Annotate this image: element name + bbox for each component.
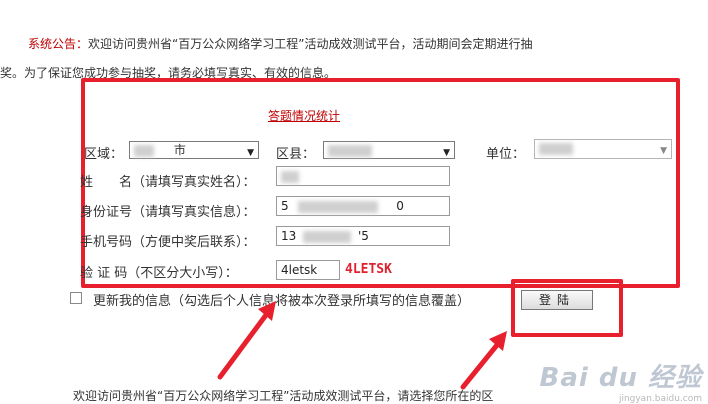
baidu-watermark: Bai du 经验 jingyan.baidu.com xyxy=(540,357,703,404)
captcha-image[interactable]: 4LETSK xyxy=(345,262,392,277)
name-label: 姓 名（请填写真实姓名）： xyxy=(80,175,256,190)
phone-blurred xyxy=(303,230,352,243)
notice-line-1: 系统公告：欢迎访问贵州省“百万公众网络学习工程”活动成效测试平台，活动期间会定期… xyxy=(28,35,532,52)
district-label: 区县： xyxy=(276,147,316,162)
district-select[interactable]: ▼ xyxy=(323,141,455,159)
notice-label: 系统公告： xyxy=(28,37,89,51)
phone-value-start: 13 xyxy=(281,229,297,243)
id-label: 身份证号（请填写真实信息）： xyxy=(80,205,256,220)
footer-text: 欢迎访问贵州省“百万公众网络学习工程”活动成效测试平台，请选择您所在的区 xyxy=(73,389,494,403)
district-blurred xyxy=(328,144,372,157)
region-select[interactable]: 市 ▼ xyxy=(129,141,259,159)
region-label: 区域： xyxy=(84,147,124,162)
unit-label: 单位： xyxy=(486,147,526,162)
watermark-brand: Bai du 经验 xyxy=(539,363,702,393)
annotation-arrow-icon xyxy=(217,301,276,380)
captcha-label: 验 证 码（不区分大小写）： xyxy=(80,266,238,281)
captcha-input-value: 4letsk xyxy=(281,263,318,277)
name-blurred xyxy=(281,170,299,183)
dropdown-arrow-icon: ▼ xyxy=(660,146,667,156)
unit-select[interactable]: ▼ xyxy=(534,139,672,159)
unit-blurred xyxy=(539,142,573,155)
annotation-arrow-icon xyxy=(460,331,507,390)
login-button[interactable]: 登陆 xyxy=(521,290,593,310)
phone-label: 手机号码（方便中奖后联系）： xyxy=(80,235,256,250)
region-value: 市 xyxy=(173,143,186,157)
dropdown-arrow-icon: ▼ xyxy=(443,148,450,158)
notice-text-1: 欢迎访问贵州省“百万公众网络学习工程”活动成效测试平台，活动期间会定期进行抽 xyxy=(88,37,533,51)
stats-link[interactable]: 答题情况统计 xyxy=(268,107,340,124)
dropdown-arrow-icon: ▼ xyxy=(247,148,254,158)
id-value-start: 5 xyxy=(281,199,289,213)
id-input[interactable]: 5 0 xyxy=(276,196,450,216)
name-input[interactable] xyxy=(276,166,450,186)
id-blurred xyxy=(298,200,379,213)
watermark-url: jingyan.baidu.com xyxy=(618,394,702,404)
captcha-input[interactable]: 4letsk xyxy=(276,260,340,280)
phone-value-end: '5 xyxy=(357,229,369,243)
phone-input[interactable]: 13 '5 xyxy=(276,226,450,246)
id-value-end: 0 xyxy=(396,199,404,213)
region-blurred xyxy=(134,144,154,157)
checkbox-icon[interactable] xyxy=(70,292,82,304)
